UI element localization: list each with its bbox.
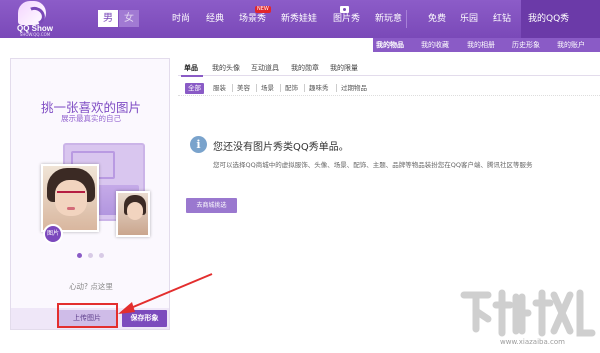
subnav-my-favorites[interactable]: 我的收藏: [421, 38, 449, 52]
filter-expired[interactable]: 过期物品: [341, 83, 367, 94]
item-tabs: 单品 我的头像 互动道具 我的勋章 我的限量: [178, 58, 600, 76]
subnav-my-items[interactable]: 我的物品: [376, 38, 404, 52]
nav-item-free[interactable]: 免费: [428, 0, 446, 38]
picture-badge: 图片: [43, 224, 63, 244]
illustration-thumbnail: [116, 191, 150, 237]
tab-my-medals[interactable]: 我的勋章: [291, 62, 319, 74]
subnav-my-album[interactable]: 我的相册: [467, 38, 495, 52]
qqshow-logo[interactable]: QQ Show SHOW.QQ.COM: [10, 1, 60, 37]
promo-illustration: 图片: [41, 137, 151, 249]
info-icon: i: [190, 136, 207, 153]
nav-item-red-diamond[interactable]: 红钻: [493, 0, 511, 38]
tab-single-items[interactable]: 单品: [184, 62, 198, 74]
carousel-dots: [77, 253, 117, 261]
nav-divider: [406, 10, 407, 28]
active-tab-indicator: [181, 75, 203, 77]
filter-all[interactable]: 全部: [185, 83, 204, 94]
highlight-box: [57, 303, 118, 328]
filter-divider: [336, 84, 337, 92]
new-badge: NEW: [255, 6, 271, 13]
go-shop-button[interactable]: 去商城挑选: [186, 198, 237, 213]
nav-item-park[interactable]: 乐园: [460, 0, 478, 38]
nav-item-classic[interactable]: 经典: [206, 0, 224, 38]
nav-item-my-qqshow[interactable]: 我的QQ秀: [528, 0, 569, 38]
subnav-history[interactable]: 历史形象: [512, 38, 540, 52]
filter-divider: [232, 84, 233, 92]
annotation-arrow-icon: [118, 273, 213, 314]
filter-divider: [280, 84, 281, 92]
filter-scene[interactable]: 场景: [261, 83, 274, 94]
carousel-dot[interactable]: [77, 253, 82, 258]
nav-item-new-stuff[interactable]: 新玩意: [375, 0, 402, 38]
nav-item-fashion[interactable]: 时尚: [172, 0, 190, 38]
category-filters: 全部 服装 美容 场景 配饰 趣味秀 过期物品: [178, 80, 600, 96]
empty-message-title: 您还没有图片秀类QQ秀单品。: [213, 142, 349, 153]
promo-subtitle: 展示最真实的自己: [61, 114, 121, 123]
filter-divider: [256, 84, 257, 92]
filter-clothing[interactable]: 服装: [213, 83, 226, 94]
carousel-dot[interactable]: [99, 253, 104, 258]
gender-female-toggle[interactable]: 女: [119, 10, 139, 27]
empty-message-description: 您可以选择QQ商城中的虚拟服饰、头像、场景、配饰、主题、品牌等物品装扮您在QQ客…: [213, 161, 533, 169]
carousel-dot[interactable]: [88, 253, 93, 258]
gender-male-toggle[interactable]: 男: [98, 10, 118, 27]
tab-my-avatar[interactable]: 我的头像: [212, 62, 240, 74]
nav-item-picture-show[interactable]: 图片秀: [333, 0, 360, 38]
watermark-url: www.xiazaiba.com: [500, 338, 565, 346]
logo-subtext: SHOW.QQ.COM: [19, 32, 51, 37]
tab-my-limited[interactable]: 我的限量: [330, 62, 358, 74]
tab-interactive-props[interactable]: 互动道具: [251, 62, 279, 74]
nav-item-new-doll[interactable]: 新秀娃娃: [281, 0, 317, 38]
subnav-my-account[interactable]: 我的账户: [557, 38, 585, 52]
sub-navigation: 我的物品 我的收藏 我的相册 历史形象 我的账户: [0, 38, 600, 52]
filter-accessories[interactable]: 配饰: [285, 83, 298, 94]
filter-beauty[interactable]: 美容: [237, 83, 250, 94]
qqshow-logo-icon: [18, 1, 46, 25]
illustration-photo: [41, 164, 99, 232]
filter-divider: [304, 84, 305, 92]
top-header: QQ Show SHOW.QQ.COM 男 女 时尚 经典 场景秀 NEW 新秀…: [0, 0, 600, 38]
filter-fun-show[interactable]: 趣味秀: [309, 83, 329, 94]
